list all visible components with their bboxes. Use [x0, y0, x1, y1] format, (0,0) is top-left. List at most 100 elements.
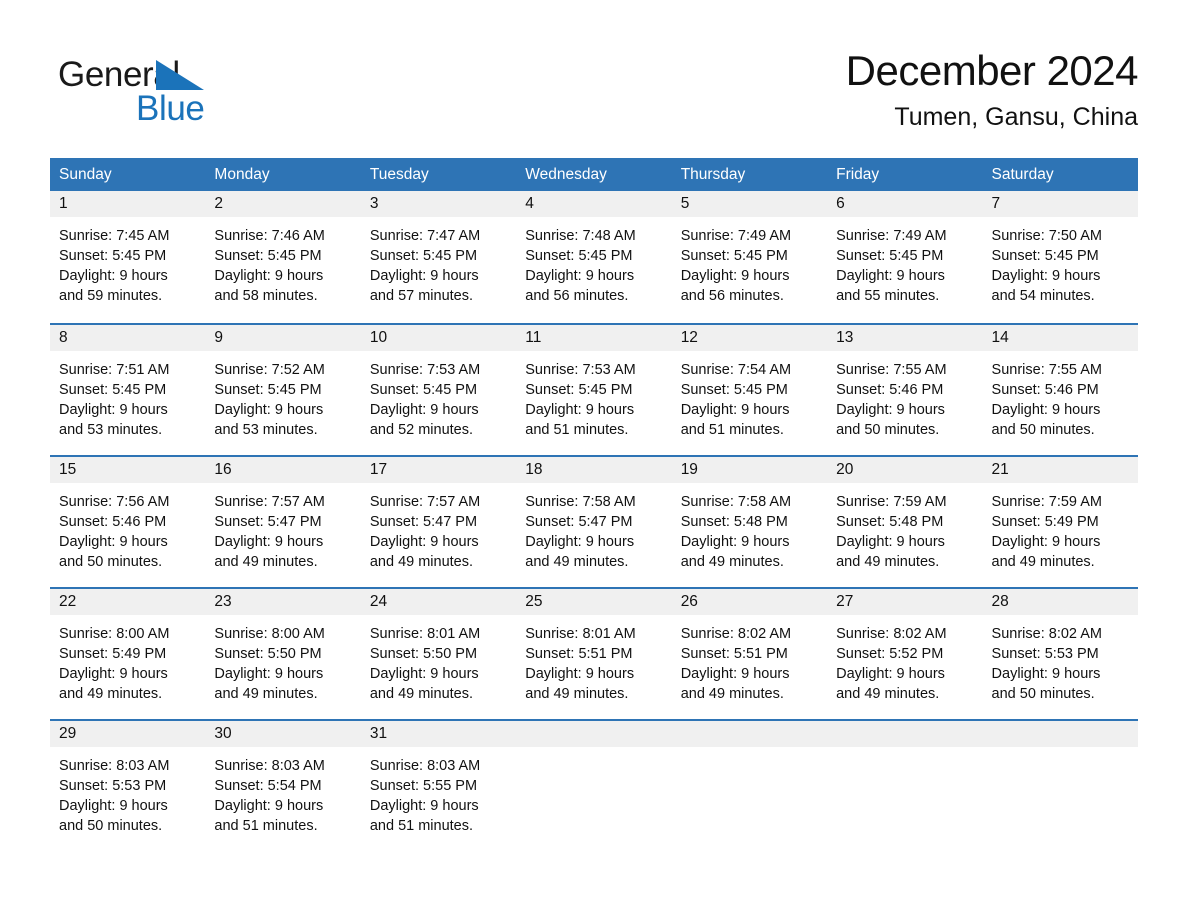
daylight-text-line1: Daylight: 9 hours [525, 268, 635, 284]
day-cell[interactable]: 13 Sunrise: 7:55 AM Sunset: 5:46 PM Dayl… [827, 325, 983, 455]
day-cell[interactable]: 27 Sunrise: 8:02 AM Sunset: 5:52 PM Dayl… [827, 589, 983, 719]
day-cell[interactable]: 30 Sunrise: 8:03 AM Sunset: 5:54 PM Dayl… [205, 721, 361, 837]
sunset-text: Sunset: 5:45 PM [991, 248, 1099, 264]
day-cell-empty [671, 721, 828, 837]
day-number-band: 8 [50, 325, 206, 351]
daylight-text-line1: Daylight: 9 hours [680, 666, 790, 682]
sunset-text: Sunset: 5:52 PM [836, 646, 944, 662]
day-details: Sunrise: 8:03 AM Sunset: 5:55 PM Dayligh… [361, 747, 516, 836]
day-cell[interactable]: 19 Sunrise: 7:58 AM Sunset: 5:48 PM Dayl… [671, 457, 828, 587]
day-details: Sunrise: 7:57 AM Sunset: 5:47 PM Dayligh… [205, 483, 360, 572]
weekday-saturday: Saturday [991, 166, 1054, 183]
daylight-text-line1: Daylight: 9 hours [836, 402, 945, 418]
day-cell[interactable]: 3 Sunrise: 7:47 AM Sunset: 5:45 PM Dayli… [360, 191, 517, 323]
daylight-text-line1: Daylight: 9 hours [369, 402, 479, 418]
day-details: Sunrise: 7:58 AM Sunset: 5:48 PM Dayligh… [672, 483, 827, 572]
day-details: Sunrise: 8:02 AM Sunset: 5:51 PM Dayligh… [672, 615, 827, 704]
weekday-thursday: Thursday [680, 166, 746, 183]
day-number: 16 [214, 461, 232, 478]
day-number: 12 [680, 329, 698, 346]
daylight-text-line1: Daylight: 9 hours [59, 534, 168, 550]
calendar-grid: Sunday Monday Tuesday Wednesday Thursday… [50, 158, 1138, 837]
day-number: 28 [991, 593, 1009, 610]
day-number: 3 [369, 195, 379, 212]
sunset-text: Sunset: 5:49 PM [59, 646, 167, 662]
daylight-text-line1: Daylight: 9 hours [680, 268, 790, 284]
day-cell[interactable]: 16 Sunrise: 7:57 AM Sunset: 5:47 PM Dayl… [205, 457, 361, 587]
day-number-band: 17 [360, 457, 517, 483]
day-cell[interactable]: 17 Sunrise: 7:57 AM Sunset: 5:47 PM Dayl… [360, 457, 517, 587]
week-row: 22 Sunrise: 8:00 AM Sunset: 5:49 PM Dayl… [50, 587, 1138, 719]
weekday-wednesday: Wednesday [525, 166, 607, 183]
day-number-band: 9 [205, 325, 361, 351]
day-cell[interactable]: 22 Sunrise: 8:00 AM Sunset: 5:49 PM Dayl… [50, 589, 206, 719]
page-title: December 2024 [845, 47, 1139, 94]
sunset-text: Sunset: 5:47 PM [525, 514, 633, 530]
day-cell[interactable]: 26 Sunrise: 8:02 AM Sunset: 5:51 PM Dayl… [671, 589, 828, 719]
day-number-band: 3 [360, 191, 517, 217]
day-cell[interactable]: 15 Sunrise: 7:56 AM Sunset: 5:46 PM Dayl… [50, 457, 206, 587]
sunrise-text: Sunrise: 8:02 AM [680, 626, 792, 642]
daylight-text-line1: Daylight: 9 hours [59, 666, 168, 682]
day-number-band: 2 [205, 191, 361, 217]
day-cell[interactable]: 25 Sunrise: 8:01 AM Sunset: 5:51 PM Dayl… [516, 589, 672, 719]
daylight-text-line2: and 54 minutes. [991, 288, 1095, 304]
day-cell[interactable]: 21 Sunrise: 7:59 AM Sunset: 5:49 PM Dayl… [982, 457, 1138, 587]
daylight-text-line2: and 49 minutes. [525, 686, 629, 702]
sunrise-text: Sunrise: 8:03 AM [369, 758, 481, 774]
day-details: Sunrise: 7:53 AM Sunset: 5:45 PM Dayligh… [516, 351, 671, 440]
day-number-band: 12 [671, 325, 828, 351]
day-details: Sunrise: 8:01 AM Sunset: 5:50 PM Dayligh… [361, 615, 516, 704]
day-cell[interactable]: 11 Sunrise: 7:53 AM Sunset: 5:45 PM Dayl… [516, 325, 672, 455]
day-number-band: 31 [360, 721, 517, 747]
day-cell[interactable]: 18 Sunrise: 7:58 AM Sunset: 5:47 PM Dayl… [516, 457, 672, 587]
brand-name-blue: Blue [136, 89, 205, 128]
day-cell[interactable]: 14 Sunrise: 7:55 AM Sunset: 5:46 PM Dayl… [982, 325, 1138, 455]
sunrise-text: Sunrise: 7:45 AM [59, 228, 170, 244]
sunset-text: Sunset: 5:46 PM [836, 382, 944, 398]
sunrise-text: Sunrise: 8:03 AM [59, 758, 170, 774]
day-number: 6 [836, 195, 845, 212]
weekday-friday: Friday [836, 166, 880, 183]
day-cell[interactable]: 6 Sunrise: 7:49 AM Sunset: 5:45 PM Dayli… [827, 191, 983, 323]
day-cell[interactable]: 28 Sunrise: 8:02 AM Sunset: 5:53 PM Dayl… [982, 589, 1138, 719]
day-details: Sunrise: 7:48 AM Sunset: 5:45 PM Dayligh… [516, 217, 671, 306]
day-number: 31 [369, 725, 388, 742]
day-cell[interactable]: 29 Sunrise: 8:03 AM Sunset: 5:53 PM Dayl… [50, 721, 206, 837]
sunrise-text: Sunrise: 8:00 AM [214, 626, 325, 642]
sunset-text: Sunset: 5:45 PM [369, 382, 478, 398]
day-number-band: 5 [671, 191, 828, 217]
sunrise-text: Sunrise: 8:03 AM [214, 758, 325, 774]
triangle-flag-icon [156, 60, 204, 90]
day-details: Sunrise: 7:45 AM Sunset: 5:45 PM Dayligh… [50, 217, 205, 306]
daylight-text-line2: and 49 minutes. [991, 554, 1095, 570]
sunrise-text: Sunrise: 7:56 AM [59, 494, 170, 510]
day-cell[interactable]: 5 Sunrise: 7:49 AM Sunset: 5:45 PM Dayli… [671, 191, 828, 323]
day-cell[interactable]: 9 Sunrise: 7:52 AM Sunset: 5:45 PM Dayli… [205, 325, 361, 455]
day-number-band: 19 [671, 457, 828, 483]
day-number-band: 27 [827, 589, 983, 615]
daylight-text-line2: and 50 minutes. [991, 686, 1095, 702]
brand-logo[interactable]: General Blue [58, 55, 358, 145]
sunset-text: Sunset: 5:45 PM [59, 382, 167, 398]
daylight-text-line1: Daylight: 9 hours [525, 402, 635, 418]
day-cell[interactable]: 24 Sunrise: 8:01 AM Sunset: 5:50 PM Dayl… [360, 589, 517, 719]
day-cell[interactable]: 12 Sunrise: 7:54 AM Sunset: 5:45 PM Dayl… [671, 325, 828, 455]
day-cell[interactable]: 10 Sunrise: 7:53 AM Sunset: 5:45 PM Dayl… [360, 325, 517, 455]
day-cell[interactable]: 23 Sunrise: 8:00 AM Sunset: 5:50 PM Dayl… [205, 589, 361, 719]
day-cell[interactable]: 1 Sunrise: 7:45 AM Sunset: 5:45 PM Dayli… [50, 191, 206, 323]
daylight-text-line2: and 49 minutes. [525, 554, 629, 570]
sunset-text: Sunset: 5:45 PM [836, 248, 944, 264]
day-cell[interactable]: 8 Sunrise: 7:51 AM Sunset: 5:45 PM Dayli… [50, 325, 206, 455]
sunset-text: Sunset: 5:45 PM [214, 382, 322, 398]
day-cell[interactable]: 7 Sunrise: 7:50 AM Sunset: 5:45 PM Dayli… [982, 191, 1138, 323]
day-cell[interactable]: 20 Sunrise: 7:59 AM Sunset: 5:48 PM Dayl… [827, 457, 983, 587]
daylight-text-line1: Daylight: 9 hours [214, 402, 324, 418]
daylight-text-line1: Daylight: 9 hours [525, 666, 635, 682]
weekday-header-row: Sunday Monday Tuesday Wednesday Thursday… [50, 158, 1138, 191]
day-cell[interactable]: 2 Sunrise: 7:46 AM Sunset: 5:45 PM Dayli… [205, 191, 361, 323]
day-cell[interactable]: 4 Sunrise: 7:48 AM Sunset: 5:45 PM Dayli… [516, 191, 672, 323]
day-cell[interactable]: 31 Sunrise: 8:03 AM Sunset: 5:55 PM Dayl… [360, 721, 517, 837]
daylight-text-line1: Daylight: 9 hours [214, 534, 324, 550]
sunrise-text: Sunrise: 7:54 AM [680, 362, 792, 378]
